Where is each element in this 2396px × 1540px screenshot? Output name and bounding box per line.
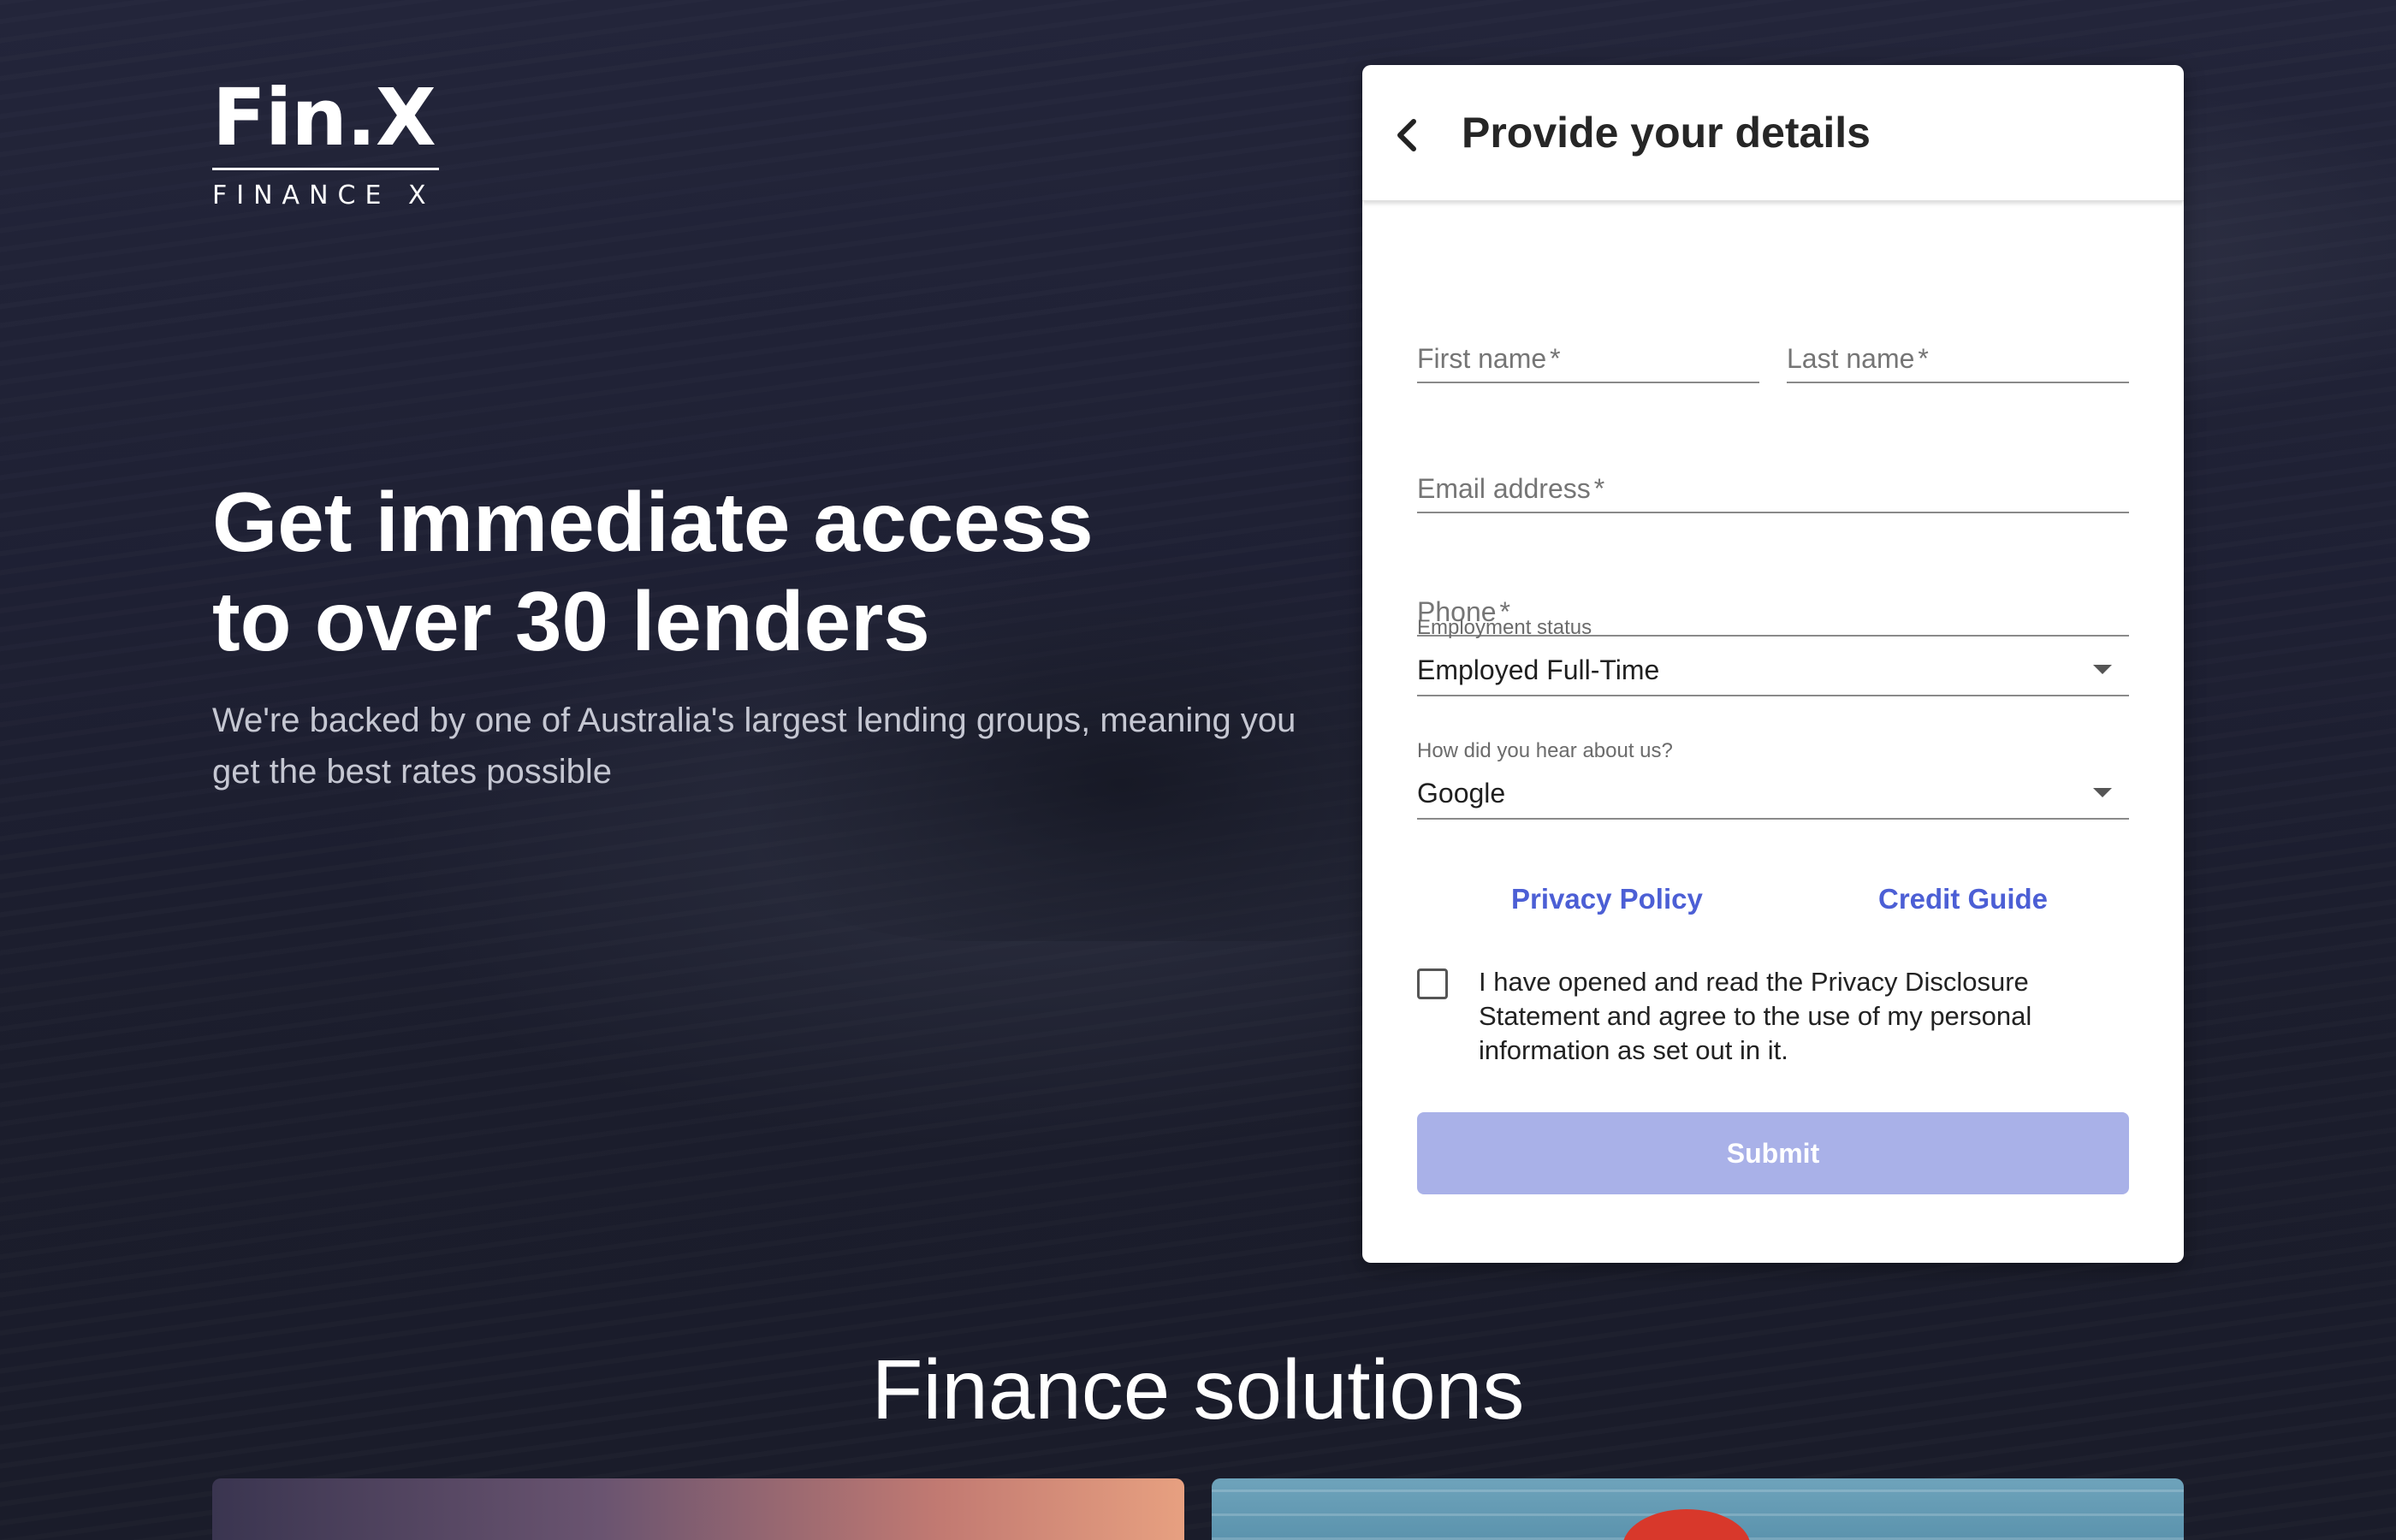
first-name-field[interactable]: First name *: [1417, 317, 1759, 383]
last-name-label: Last name *: [1787, 343, 1929, 374]
referral-label: How did you hear about us?: [1417, 739, 1673, 762]
hero-headline: Get immediate access to over 30 lenders: [212, 472, 1239, 671]
employment-status-label: Employment status: [1417, 616, 1592, 639]
form-header: Provide your details: [1362, 65, 2184, 201]
employment-status-value: Employed Full-Time: [1417, 654, 1660, 685]
form-title: Provide your details: [1462, 109, 1871, 157]
hero-headline-line-1: Get immediate access: [212, 475, 1094, 569]
logo-mark: Fin.X: [212, 72, 436, 163]
hero-headline-line-2: to over 30 lenders: [212, 574, 930, 668]
section-title: Finance solutions: [871, 1342, 1525, 1436]
consent-checkbox[interactable]: [1417, 968, 1448, 999]
referral-select[interactable]: Google: [1417, 770, 2129, 820]
logo-divider: [212, 168, 439, 170]
submit-button[interactable]: Submit: [1417, 1112, 2129, 1194]
solution-card-image-left[interactable]: [212, 1478, 1184, 1540]
caret-down-icon: [2093, 788, 2112, 797]
first-name-label: First name *: [1417, 343, 1561, 374]
back-button[interactable]: [1383, 110, 1434, 161]
email-field[interactable]: Email address *: [1417, 447, 2129, 513]
privacy-policy-link[interactable]: Privacy Policy: [1511, 883, 1703, 915]
employment-status-select[interactable]: Employed Full-Time: [1417, 647, 2129, 696]
hero-subtext: We're backed by one of Australia's large…: [212, 702, 1296, 791]
referral-value: Google: [1417, 778, 1506, 808]
chevron-left-icon: [1397, 119, 1416, 151]
credit-guide-link[interactable]: Credit Guide: [1878, 883, 2048, 915]
caret-down-icon: [2093, 665, 2112, 674]
details-form-card: Provide your details First name * Last na…: [1362, 65, 2184, 1263]
last-name-field[interactable]: Last name *: [1787, 317, 2129, 383]
consent-text: I have opened and read the Privacy Discl…: [1479, 967, 2032, 1065]
email-label: Email address *: [1417, 473, 1605, 504]
solution-card-image-right[interactable]: [1212, 1478, 2184, 1540]
logo-subtitle: FINANCE X: [212, 181, 436, 210]
brand-logo[interactable]: Fin.X FINANCE X: [212, 79, 439, 210]
